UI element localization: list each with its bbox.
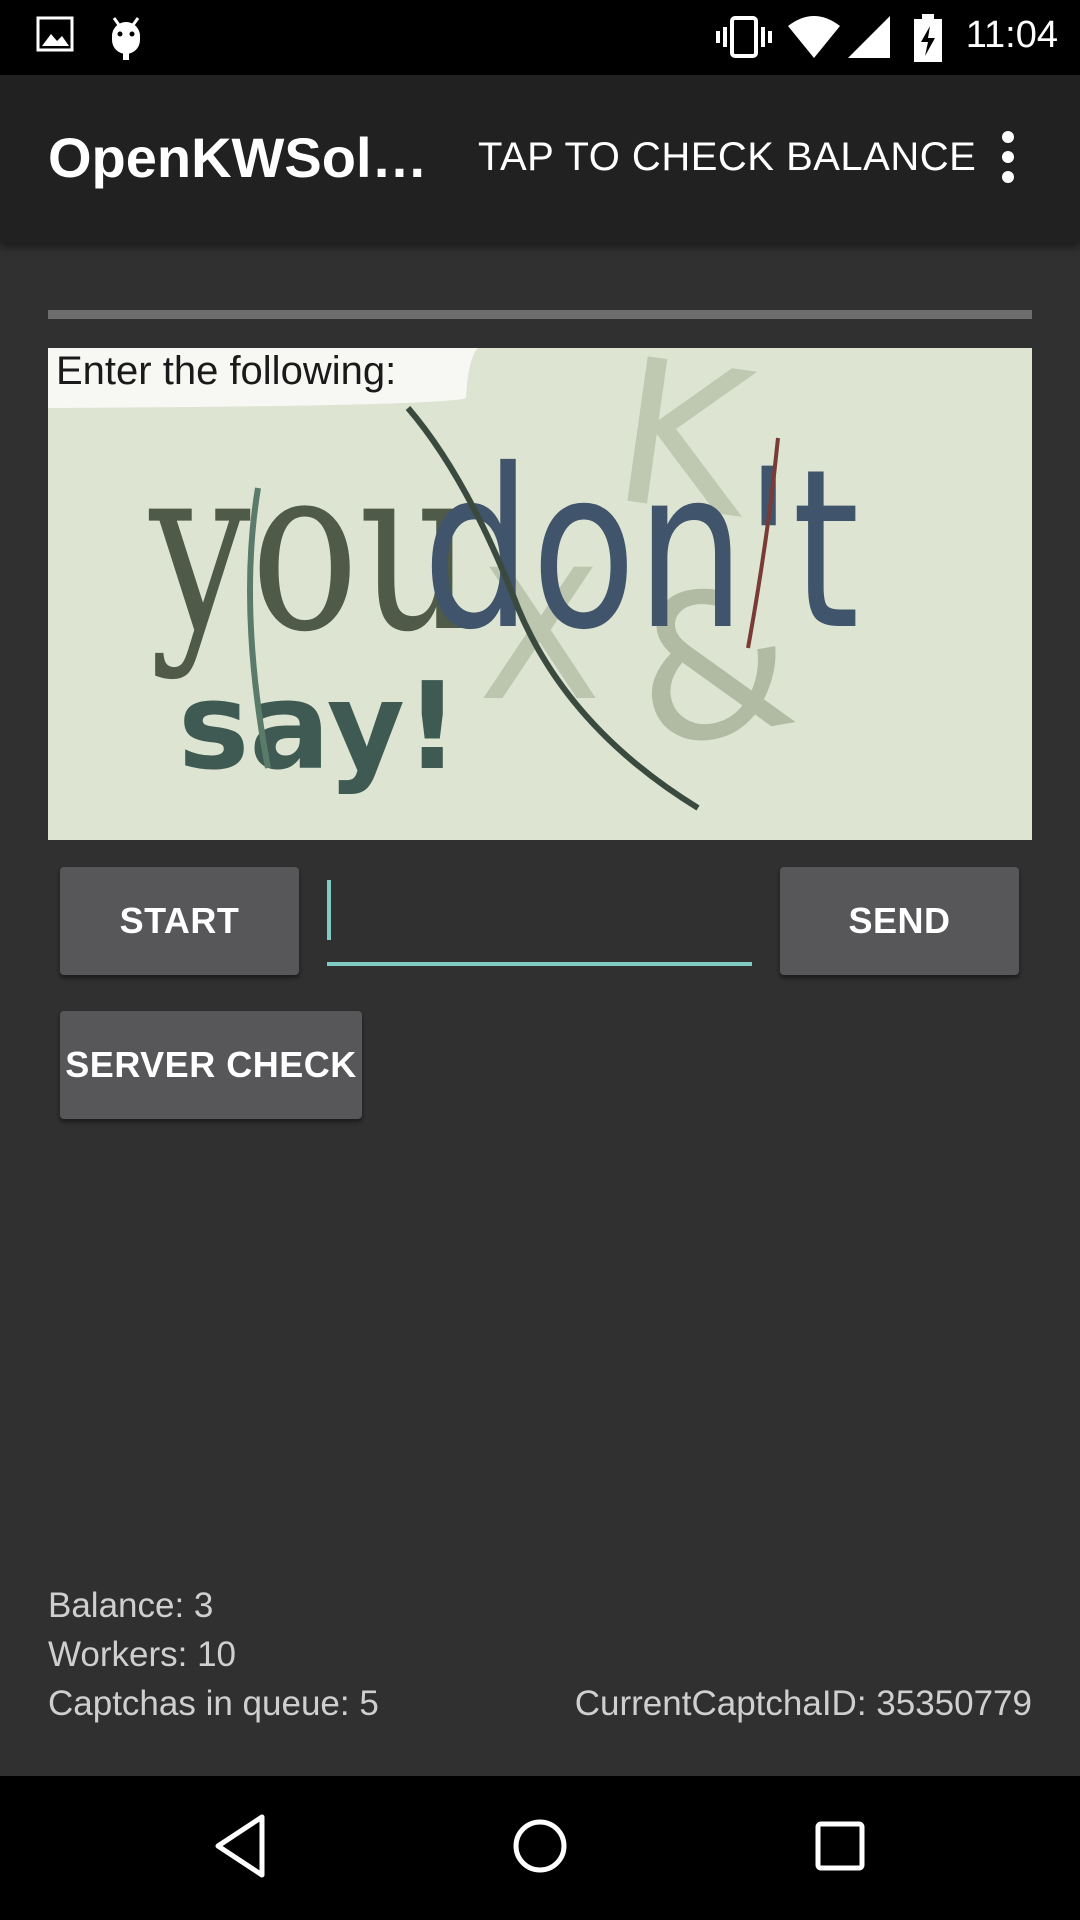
captcha-word-say: say! [178,658,460,797]
progress-bar [48,310,1032,319]
queue-text: Captchas in queue: 5 [48,1684,379,1723]
recents-icon[interactable] [812,1811,868,1886]
workers-text: Workers: 10 [48,1635,237,1674]
overflow-menu-icon[interactable] [986,129,1030,185]
app-title: OpenKWSol… [48,126,428,189]
send-button[interactable]: SEND [780,867,1019,975]
start-button[interactable]: START [60,867,299,975]
status-bar: 11:04 [0,0,1080,75]
captcha-word-dont: don't [422,422,859,678]
android-debug-icon [106,14,146,65]
back-icon[interactable] [212,1811,268,1886]
balance-text: Balance: 3 [48,1586,214,1625]
check-balance-button[interactable]: TAP TO CHECK BALANCE [478,135,976,180]
text-cursor [327,880,331,940]
navigation-bar [0,1776,1080,1920]
wifi-icon [788,14,840,65]
server-check-button[interactable]: SERVER CHECK [60,1011,362,1119]
home-icon[interactable] [512,1811,568,1886]
image-icon [36,14,74,59]
status-time: 11:04 [965,14,1058,56]
captcha-header-text: Enter the following: [56,349,396,393]
captcha-image: Enter the following: K X & you don't say… [48,348,1032,840]
captcha-id-text: CurrentCaptchaID: 35350779 [574,1684,1032,1723]
battery-charging-icon [912,14,944,67]
signal-icon [846,14,892,65]
vibrate-icon [716,14,772,65]
captcha-answer-input[interactable] [327,870,752,966]
app-bar: OpenKWSol… TAP TO CHECK BALANCE [0,75,1080,243]
